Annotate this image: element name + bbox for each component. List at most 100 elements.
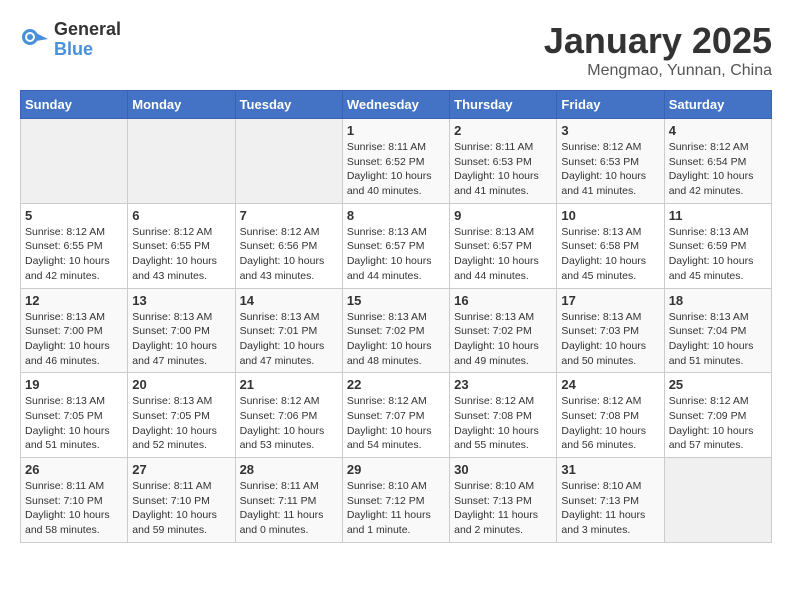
weekday-header-thursday: Thursday: [450, 91, 557, 119]
day-number: 6: [132, 208, 230, 223]
calendar-cell: 30 Sunrise: 8:10 AMSunset: 7:13 PMDayligh…: [450, 458, 557, 543]
calendar-week-2: 5 Sunrise: 8:12 AMSunset: 6:55 PMDaylight…: [21, 203, 772, 288]
day-number: 12: [25, 293, 123, 308]
day-number: 20: [132, 377, 230, 392]
weekday-header-friday: Friday: [557, 91, 664, 119]
calendar-cell: 11Sunrise: 8:13 AMSunset: 6:59 PMDayligh…: [664, 203, 771, 288]
day-number: 14: [240, 293, 338, 308]
calendar-cell: 14Sunrise: 8:13 AMSunset: 7:01 PMDayligh…: [235, 288, 342, 373]
logo-general-text: General: [54, 20, 121, 40]
day-info: Sunrise: 8:10 AMSunset: 7:13 PMDaylight:…: [561, 479, 659, 538]
logo-blue-text: Blue: [54, 40, 121, 60]
calendar-table: SundayMondayTuesdayWednesdayThursdayFrid…: [20, 90, 772, 543]
day-number: 21: [240, 377, 338, 392]
weekday-header-tuesday: Tuesday: [235, 91, 342, 119]
calendar-cell: 19Sunrise: 8:13 AMSunset: 7:05 PMDayligh…: [21, 373, 128, 458]
day-number: 9: [454, 208, 552, 223]
weekday-header-saturday: Saturday: [664, 91, 771, 119]
calendar-week-5: 26 Sunrise: 8:11 AMSunset: 7:10 PMDayligh…: [21, 458, 772, 543]
calendar-cell: [21, 119, 128, 204]
calendar-cell: [235, 119, 342, 204]
calendar-cell: 4Sunrise: 8:12 AMSunset: 6:54 PMDaylight…: [664, 119, 771, 204]
day-number: 27: [132, 462, 230, 477]
day-info: Sunrise: 8:10 AMSunset: 7:13 PMDaylight:…: [454, 479, 552, 538]
calendar-cell: [128, 119, 235, 204]
page-header: General Blue January 2025 Mengmao, Yunna…: [20, 20, 772, 80]
calendar-cell: 9 Sunrise: 8:13 AMSunset: 6:57 PMDaylight…: [450, 203, 557, 288]
day-info: Sunrise: 8:13 AMSunset: 7:02 PMDaylight:…: [454, 310, 552, 369]
day-number: 26: [25, 462, 123, 477]
day-info: Sunrise: 8:11 AMSunset: 7:10 PMDaylight:…: [132, 479, 230, 538]
day-info: Sunrise: 8:11 AMSunset: 6:53 PMDaylight:…: [454, 140, 552, 199]
calendar-cell: 20 Sunrise: 8:13 AMSunset: 7:05 PMDayligh…: [128, 373, 235, 458]
calendar-body: 1 Sunrise: 8:11 AMSunset: 6:52 PMDaylight…: [21, 119, 772, 543]
day-info: Sunrise: 8:13 AMSunset: 7:02 PMDaylight:…: [347, 310, 445, 369]
day-info: Sunrise: 8:13 AMSunset: 6:57 PMDaylight:…: [454, 225, 552, 284]
day-number: 18: [669, 293, 767, 308]
calendar-cell: [664, 458, 771, 543]
calendar-cell: 8Sunrise: 8:13 AMSunset: 6:57 PMDaylight…: [342, 203, 449, 288]
day-info: Sunrise: 8:11 AMSunset: 7:11 PMDaylight:…: [240, 479, 338, 538]
weekday-header-row: SundayMondayTuesdayWednesdayThursdayFrid…: [21, 91, 772, 119]
logo-icon: [20, 25, 50, 55]
day-number: 7: [240, 208, 338, 223]
calendar-cell: 12 Sunrise: 8:13 AMSunset: 7:00 PMDayligh…: [21, 288, 128, 373]
calendar-cell: 1 Sunrise: 8:11 AMSunset: 6:52 PMDaylight…: [342, 119, 449, 204]
calendar-cell: 6 Sunrise: 8:12 AMSunset: 6:55 PMDaylight…: [128, 203, 235, 288]
day-number: 31: [561, 462, 659, 477]
day-info: Sunrise: 8:12 AMSunset: 6:55 PMDaylight:…: [132, 225, 230, 284]
calendar-cell: 27 Sunrise: 8:11 AMSunset: 7:10 PMDayligh…: [128, 458, 235, 543]
calendar-cell: 24 Sunrise: 8:12 AMSunset: 7:08 PMDayligh…: [557, 373, 664, 458]
day-number: 13: [132, 293, 230, 308]
day-number: 11: [669, 208, 767, 223]
calendar-cell: 7Sunrise: 8:12 AMSunset: 6:56 PMDaylight…: [235, 203, 342, 288]
calendar-cell: 28 Sunrise: 8:11 AMSunset: 7:11 PMDayligh…: [235, 458, 342, 543]
calendar-cell: 3 Sunrise: 8:12 AMSunset: 6:53 PMDaylight…: [557, 119, 664, 204]
day-number: 29: [347, 462, 445, 477]
day-info: Sunrise: 8:13 AMSunset: 7:00 PMDaylight:…: [25, 310, 123, 369]
calendar-cell: 18 Sunrise: 8:13 AMSunset: 7:04 PMDayligh…: [664, 288, 771, 373]
day-number: 1: [347, 123, 445, 138]
weekday-header-wednesday: Wednesday: [342, 91, 449, 119]
calendar-cell: 15 Sunrise: 8:13 AMSunset: 7:02 PMDayligh…: [342, 288, 449, 373]
day-number: 23: [454, 377, 552, 392]
day-number: 30: [454, 462, 552, 477]
day-info: Sunrise: 8:12 AMSunset: 6:55 PMDaylight:…: [25, 225, 123, 284]
day-number: 24: [561, 377, 659, 392]
day-info: Sunrise: 8:13 AMSunset: 6:58 PMDaylight:…: [561, 225, 659, 284]
day-info: Sunrise: 8:13 AMSunset: 7:00 PMDaylight:…: [132, 310, 230, 369]
day-number: 25: [669, 377, 767, 392]
day-info: Sunrise: 8:13 AMSunset: 7:04 PMDaylight:…: [669, 310, 767, 369]
day-number: 16: [454, 293, 552, 308]
calendar-cell: 22Sunrise: 8:12 AMSunset: 7:07 PMDayligh…: [342, 373, 449, 458]
day-info: Sunrise: 8:11 AMSunset: 6:52 PMDaylight:…: [347, 140, 445, 199]
day-number: 17: [561, 293, 659, 308]
calendar-cell: 25Sunrise: 8:12 AMSunset: 7:09 PMDayligh…: [664, 373, 771, 458]
day-number: 3: [561, 123, 659, 138]
calendar-cell: 23 Sunrise: 8:12 AMSunset: 7:08 PMDayligh…: [450, 373, 557, 458]
calendar-cell: 16 Sunrise: 8:13 AMSunset: 7:02 PMDayligh…: [450, 288, 557, 373]
calendar-week-3: 12 Sunrise: 8:13 AMSunset: 7:00 PMDayligh…: [21, 288, 772, 373]
day-info: Sunrise: 8:12 AMSunset: 7:08 PMDaylight:…: [561, 394, 659, 453]
calendar-header: SundayMondayTuesdayWednesdayThursdayFrid…: [21, 91, 772, 119]
calendar-cell: 31 Sunrise: 8:10 AMSunset: 7:13 PMDayligh…: [557, 458, 664, 543]
day-info: Sunrise: 8:13 AMSunset: 7:05 PMDaylight:…: [25, 394, 123, 453]
day-info: Sunrise: 8:13 AMSunset: 6:57 PMDaylight:…: [347, 225, 445, 284]
day-number: 4: [669, 123, 767, 138]
day-number: 28: [240, 462, 338, 477]
day-info: Sunrise: 8:11 AMSunset: 7:10 PMDaylight:…: [25, 479, 123, 538]
day-number: 15: [347, 293, 445, 308]
logo-text: General Blue: [54, 20, 121, 60]
weekday-header-sunday: Sunday: [21, 91, 128, 119]
day-info: Sunrise: 8:12 AMSunset: 6:53 PMDaylight:…: [561, 140, 659, 199]
calendar-cell: 5 Sunrise: 8:12 AMSunset: 6:55 PMDaylight…: [21, 203, 128, 288]
weekday-header-monday: Monday: [128, 91, 235, 119]
title-block: January 2025 Mengmao, Yunnan, China: [544, 20, 772, 80]
day-info: Sunrise: 8:12 AMSunset: 7:06 PMDaylight:…: [240, 394, 338, 453]
calendar-subtitle: Mengmao, Yunnan, China: [544, 62, 772, 80]
calendar-week-1: 1 Sunrise: 8:11 AMSunset: 6:52 PMDaylight…: [21, 119, 772, 204]
day-info: Sunrise: 8:12 AMSunset: 7:08 PMDaylight:…: [454, 394, 552, 453]
day-info: Sunrise: 8:13 AMSunset: 7:05 PMDaylight:…: [132, 394, 230, 453]
day-info: Sunrise: 8:13 AMSunset: 7:03 PMDaylight:…: [561, 310, 659, 369]
day-number: 5: [25, 208, 123, 223]
